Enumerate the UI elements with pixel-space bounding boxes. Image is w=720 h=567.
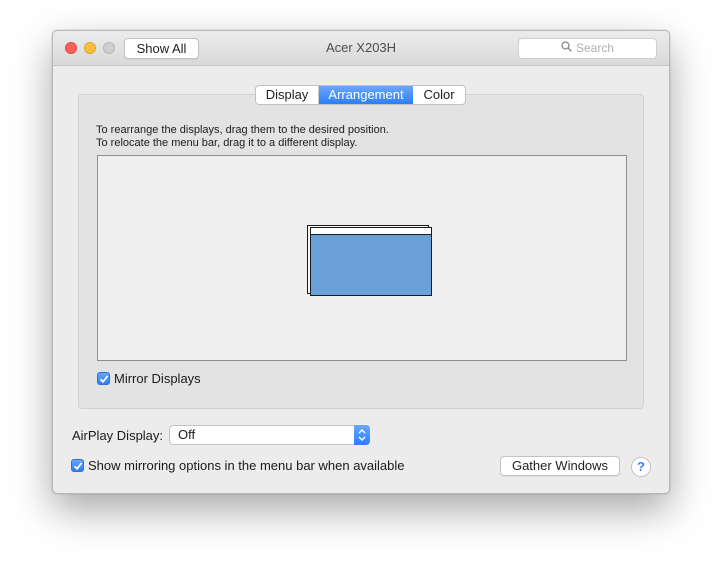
title-bar: Acer X203H Show All Search xyxy=(53,31,669,66)
search-field[interactable]: Search xyxy=(518,38,657,59)
tab-display[interactable]: Display xyxy=(256,86,319,104)
airplay-selected-value: Off xyxy=(178,427,196,442)
preferences-window: Acer X203H Show All Search Display Arran… xyxy=(52,30,670,494)
display-front[interactable] xyxy=(310,227,432,296)
search-icon xyxy=(561,39,572,58)
show-mirroring-label: Show mirroring options in the menu bar w… xyxy=(88,458,405,473)
mirror-displays-checkbox[interactable] xyxy=(97,372,110,385)
instruction-line-1: To rearrange the displays, drag them to … xyxy=(96,124,389,136)
checkmark-icon xyxy=(73,462,83,471)
show-all-button[interactable]: Show All xyxy=(124,38,199,59)
gather-windows-button[interactable]: Gather Windows xyxy=(500,456,620,476)
help-icon[interactable]: ? xyxy=(631,457,651,477)
tab-color[interactable]: Color xyxy=(413,86,465,104)
airplay-display-popup[interactable]: Off xyxy=(169,425,370,445)
tab-arrangement[interactable]: Arrangement xyxy=(319,86,413,104)
show-mirroring-checkbox[interactable] xyxy=(71,459,84,472)
instruction-line-2: To relocate the menu bar, drag it to a d… xyxy=(96,137,358,149)
arrangement-instructions: To rearrange the displays, drag them to … xyxy=(96,124,389,150)
checkmark-icon xyxy=(99,375,109,384)
mirror-displays-label: Mirror Displays xyxy=(114,371,201,386)
tab-bar: Display Arrangement Color xyxy=(255,85,466,105)
updown-arrows-icon xyxy=(354,425,370,445)
menu-bar-indicator[interactable] xyxy=(311,228,431,235)
search-placeholder: Search xyxy=(575,41,615,55)
display-arrangement-area xyxy=(97,155,627,361)
airplay-display-label: AirPlay Display: xyxy=(72,428,164,443)
